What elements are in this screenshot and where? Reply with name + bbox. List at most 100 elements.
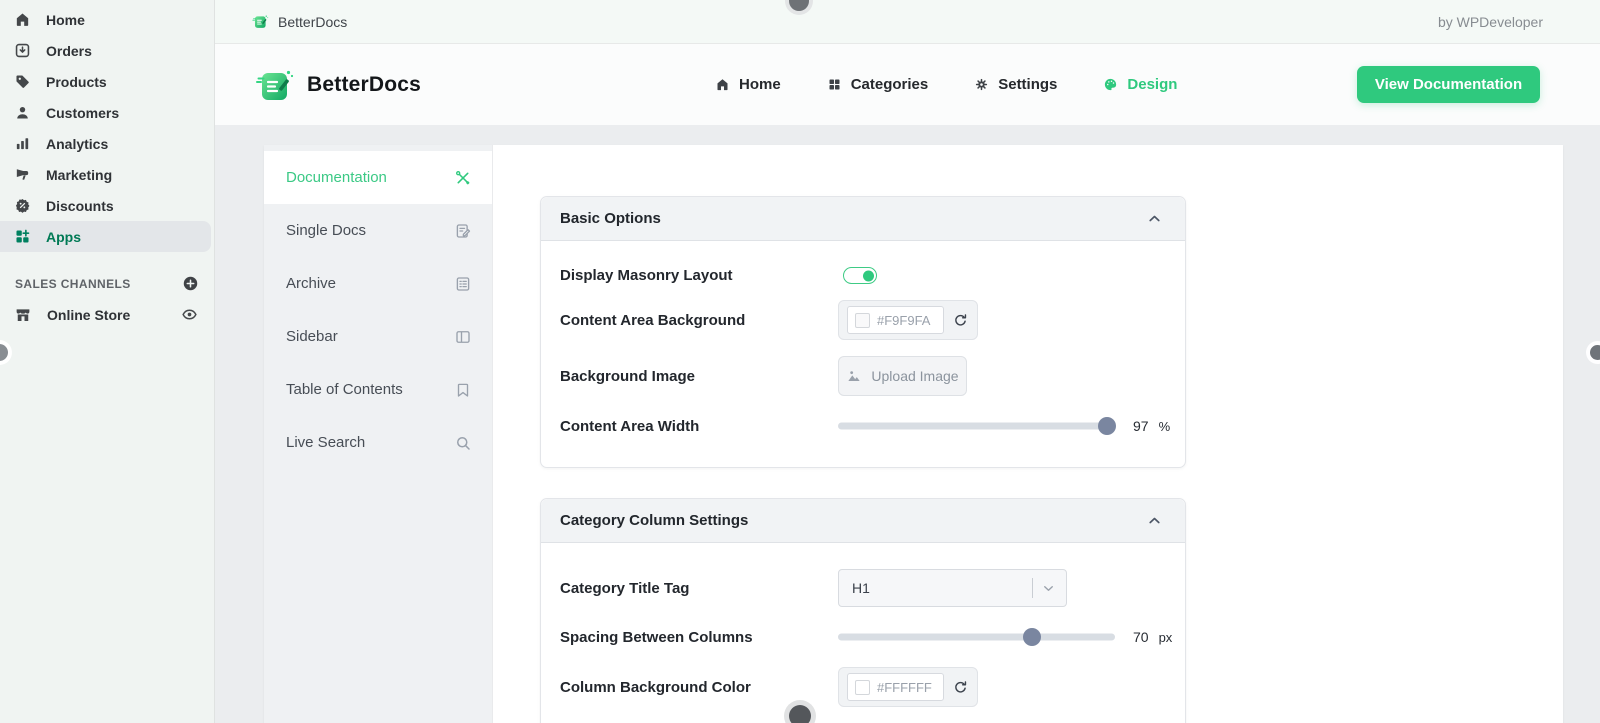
channel-label: Online Store [47, 306, 131, 323]
categories-icon [827, 77, 842, 92]
topbar-app-name: BetterDocs [278, 13, 348, 30]
setting-row-spacing-between-columns: Spacing Between Columns 70 px [560, 623, 1172, 651]
shopify-nav: Home Orders Products Customers Analytics Mark… [0, 4, 214, 252]
setting-label: Background Image [560, 367, 696, 385]
background-image-upload-button[interactable]: Upload Image [838, 356, 967, 396]
sidebar-item-label: Marketing [46, 166, 113, 183]
column-background-color-color-input[interactable]: #FFFFFF [847, 673, 944, 701]
bookmark-icon [454, 381, 472, 399]
sales-channels-label: SALES CHANNELS [15, 276, 131, 291]
sidebar-item-analytics[interactable]: Analytics [0, 128, 211, 159]
sidebar-item-apps[interactable]: Apps [0, 221, 211, 252]
tab-label: Live Search [286, 434, 366, 451]
panel-header[interactable]: Category Column Settings [541, 499, 1185, 543]
analytics-icon [14, 135, 31, 152]
tab-table-of-contents[interactable]: Table of Contents [264, 363, 492, 416]
panel-body: Category Title Tag H1 Spacing Between Colu… [541, 543, 1185, 723]
setting-row-background-image: Background Image Upload Image [560, 356, 1161, 396]
sidebar-item-marketing[interactable]: Marketing [0, 159, 211, 190]
panel-body: Display Masonry Layout Content Area Backg… [541, 241, 1185, 467]
color-swatch[interactable] [855, 312, 870, 328]
sidebar-item-home[interactable]: Home [0, 4, 211, 35]
app-nav-label: Home [739, 76, 781, 93]
sidebar-item-orders[interactable]: Orders [0, 35, 211, 66]
content-area-background-reset-button[interactable] [952, 312, 969, 329]
panel-header[interactable]: Basic Options [541, 197, 1185, 241]
upload-button-label: Upload Image [871, 368, 959, 384]
tab-label: Documentation [286, 169, 387, 186]
tab-live-search[interactable]: Live Search [264, 416, 492, 469]
view-documentation-button[interactable]: View Documentation [1357, 66, 1540, 103]
app-nav-categories[interactable]: Categories [827, 76, 928, 93]
app-nav: Home Categories Settings Design [715, 44, 1177, 125]
tab-documentation[interactable]: Documentation [264, 151, 492, 204]
sidebar-item-label: Customers [46, 104, 120, 121]
sidebar-item-customers[interactable]: Customers [0, 97, 211, 128]
layout-icon [454, 328, 472, 346]
slider-track[interactable] [838, 422, 1115, 430]
sidebar-item-label: Home [46, 11, 85, 28]
channel-item-online-store[interactable]: Online Store [0, 299, 214, 330]
sidebar-item-discounts[interactable]: Discounts [0, 190, 211, 221]
tab-single-docs[interactable]: Single Docs [264, 204, 492, 257]
setting-row-content-area-width: Content Area Width 97% [560, 412, 1170, 440]
category-title-tag-select[interactable]: H1 [838, 569, 1067, 607]
slider-value: 97 [1133, 418, 1149, 434]
color-swatch[interactable] [855, 679, 870, 695]
settings-card: Documentation Single Docs Archive Sidebar Ta… [264, 145, 1563, 723]
design-tabs: Documentation Single Docs Archive Sidebar Ta… [264, 145, 493, 723]
sales-channels-header: SALES CHANNELS [0, 268, 214, 299]
doc-lines-icon [454, 275, 472, 293]
sidebar-item-products[interactable]: Products [0, 66, 211, 97]
sales-channels-list: Online Store [0, 299, 214, 330]
image-icon [846, 368, 862, 384]
palette-icon [1103, 77, 1118, 92]
settings-content: Basic Options Display Masonry Layout Conte… [493, 145, 1563, 723]
tab-label: Single Docs [286, 222, 367, 239]
sidebar-item-label: Apps [46, 228, 81, 245]
column-background-color-reset-button[interactable] [952, 679, 969, 696]
content-area-width-slider[interactable] [838, 412, 1116, 440]
app-nav-home[interactable]: Home [715, 76, 781, 93]
slider-handle[interactable] [1022, 628, 1041, 646]
setting-row-column-background-color: Column Background Color #FFFFFF [560, 667, 1161, 707]
panel-title: Category Column Settings [560, 512, 749, 529]
sidebar-item-label: Orders [46, 42, 92, 59]
content-area-background-color-input[interactable]: #F9F9FA [847, 306, 944, 334]
setting-label: Display Masonry Layout [560, 267, 733, 284]
panel-collapse-button[interactable] [1146, 210, 1163, 227]
sidebar-item-label: Products [46, 73, 107, 90]
panel-category-column-settings: Category Column Settings Category Title T… [540, 498, 1186, 723]
setting-label: Content Area Width [560, 417, 700, 435]
tab-archive[interactable]: Archive [264, 257, 492, 310]
home-icon [14, 11, 31, 28]
spacing-between-columns-slider[interactable] [838, 623, 1115, 651]
slider-value: 70 [1133, 629, 1149, 645]
eye-icon[interactable] [181, 306, 198, 323]
storefront-icon [14, 306, 32, 324]
app-nav-design[interactable]: Design [1103, 76, 1177, 93]
discounts-icon [14, 197, 31, 214]
setting-label: Content Area Background [560, 311, 746, 329]
setting-label: Column Background Color [560, 678, 751, 696]
gear-icon [974, 77, 989, 92]
setting-row-category-title-tag: Category Title Tag H1 [560, 569, 1161, 607]
main-column: BetterDocs by WPDeveloper BetterDocs Hom… [215, 0, 1600, 723]
slider-handle[interactable] [1097, 417, 1116, 435]
tools-icon [454, 169, 472, 187]
app-nav-label: Design [1127, 76, 1178, 93]
slider-unit: px [1158, 629, 1173, 645]
recording-dot-right [1590, 345, 1600, 360]
screen: Home Orders Products Customers Analytics Mark… [0, 0, 1600, 723]
color-value: #F9F9FA [877, 312, 931, 328]
slider-track[interactable] [838, 633, 1115, 641]
app-nav-settings[interactable]: Settings [974, 76, 1057, 93]
display-masonry-layout-toggle[interactable] [843, 267, 877, 284]
add-sales-channel-button[interactable] [182, 275, 199, 292]
slider-unit: % [1158, 418, 1171, 434]
panel-collapse-button[interactable] [1146, 512, 1163, 529]
search-icon [454, 434, 472, 452]
tab-sidebar[interactable]: Sidebar [264, 310, 492, 363]
panel-basic-options: Basic Options Display Masonry Layout Conte… [540, 196, 1186, 468]
brand-name: BetterDocs [307, 72, 422, 96]
